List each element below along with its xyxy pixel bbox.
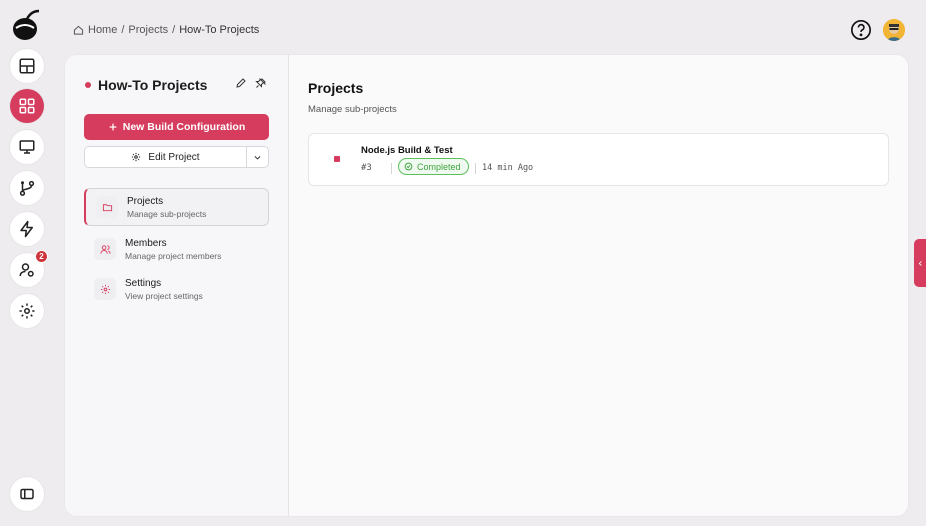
new-build-configuration-button[interactable]: New Build Configuration bbox=[84, 114, 269, 140]
home-icon[interactable] bbox=[73, 25, 84, 35]
build-color-marker bbox=[334, 156, 340, 162]
build-name[interactable]: Node.js Build & Test bbox=[361, 145, 453, 156]
nav-icon-box bbox=[94, 238, 116, 260]
notification-badge: 2 bbox=[35, 250, 48, 263]
rail-lightning-button[interactable] bbox=[10, 212, 44, 246]
nav-text: Projects Manage sub-projects bbox=[127, 196, 206, 219]
gear-icon bbox=[19, 303, 35, 319]
pin-icon[interactable] bbox=[255, 77, 267, 89]
plus-icon bbox=[109, 123, 117, 131]
check-circle-icon bbox=[404, 162, 413, 171]
nav-icon-box bbox=[96, 196, 118, 218]
nav-text: Members Manage project members bbox=[125, 238, 221, 261]
build-time: 14 min Ago bbox=[482, 163, 534, 173]
monitor-icon bbox=[19, 140, 35, 154]
rail-users-button[interactable]: 2 bbox=[10, 250, 48, 287]
help-icon[interactable] bbox=[850, 19, 872, 41]
breadcrumb-current: How-To Projects bbox=[179, 24, 260, 36]
rail-git-button[interactable] bbox=[10, 171, 44, 205]
breadcrumb-home[interactable]: Home bbox=[88, 24, 117, 36]
sidebar-toggle-icon bbox=[20, 488, 34, 500]
build-number: #3 bbox=[361, 163, 372, 173]
user-settings-icon bbox=[19, 263, 34, 277]
status-label: Completed bbox=[417, 161, 461, 172]
nav-subtitle: View project settings bbox=[125, 290, 203, 301]
nav-text: Settings View project settings bbox=[125, 278, 203, 301]
collapse-panel-tab[interactable] bbox=[914, 239, 926, 287]
lightning-icon bbox=[20, 220, 33, 238]
nav-title: Members bbox=[125, 237, 167, 249]
new-build-label: New Build Configuration bbox=[122, 121, 246, 133]
breadcrumb-separator: / bbox=[172, 24, 176, 36]
gear-icon bbox=[100, 284, 110, 294]
logo-icon[interactable] bbox=[10, 8, 42, 42]
nav-title: Projects bbox=[127, 195, 164, 207]
nav-item-projects[interactable]: Projects Manage sub-projects bbox=[84, 188, 269, 226]
build-card[interactable]: Node.js Build & Test #3 Completed 14 min… bbox=[308, 133, 889, 186]
edit-project-button-group: Edit Project bbox=[84, 146, 269, 168]
project-header: How-To Projects bbox=[85, 77, 207, 93]
main-card: How-To Projects New Build Configuration … bbox=[65, 55, 908, 516]
avatar[interactable] bbox=[883, 19, 905, 41]
nav-subtitle: Manage sub-projects bbox=[127, 208, 207, 219]
status-badge: Completed bbox=[398, 158, 469, 175]
breadcrumb: Home / Projects / How-To Projects bbox=[73, 24, 259, 36]
content-title: Projects bbox=[308, 80, 364, 96]
avatar-icon bbox=[883, 19, 905, 41]
edit-project-button[interactable]: Edit Project bbox=[85, 147, 246, 167]
chevron-down-icon bbox=[254, 155, 261, 160]
nav-subtitle: Manage project members bbox=[125, 250, 222, 261]
left-rail: 2 bbox=[0, 0, 52, 526]
chevron-left-icon bbox=[918, 260, 922, 266]
breadcrumb-projects[interactable]: Projects bbox=[128, 24, 168, 36]
divider bbox=[475, 163, 476, 174]
edit-project-label: Edit Project bbox=[148, 151, 200, 163]
project-color-dot bbox=[85, 82, 91, 88]
git-branch-icon bbox=[19, 180, 35, 196]
grid-icon bbox=[19, 98, 35, 114]
rail-projects-button[interactable] bbox=[10, 89, 44, 123]
rail-settings-button[interactable] bbox=[10, 294, 44, 328]
breadcrumb-separator: / bbox=[121, 24, 125, 36]
project-side-panel: How-To Projects New Build Configuration … bbox=[65, 55, 289, 516]
rail-sidebar-toggle-button[interactable] bbox=[10, 477, 44, 511]
nav-icon-box bbox=[94, 278, 116, 300]
rail-dashboard-button[interactable] bbox=[10, 49, 44, 83]
divider bbox=[391, 163, 392, 174]
nav-item-settings[interactable]: Settings View project settings bbox=[84, 270, 269, 308]
members-icon bbox=[99, 244, 111, 254]
dashboard-icon bbox=[19, 58, 35, 74]
pencil-icon[interactable] bbox=[235, 77, 247, 89]
folder-icon bbox=[102, 203, 112, 211]
edit-project-dropdown[interactable] bbox=[246, 147, 268, 167]
project-title: How-To Projects bbox=[98, 77, 208, 93]
rail-monitor-button[interactable] bbox=[10, 130, 44, 164]
gear-icon bbox=[132, 152, 141, 162]
content-subtitle: Manage sub-projects bbox=[308, 104, 397, 115]
nav-title: Settings bbox=[125, 277, 162, 289]
nav-item-members[interactable]: Members Manage project members bbox=[84, 230, 269, 268]
